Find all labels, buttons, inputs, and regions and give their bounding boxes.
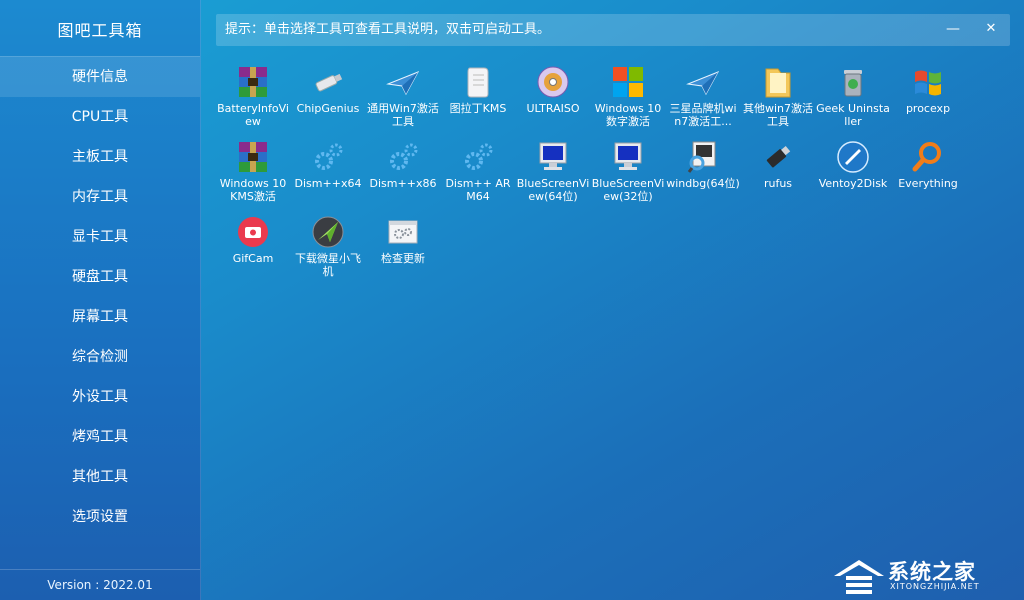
- tool-label: Windows 10 KMS激活: [219, 177, 287, 203]
- magnifier-icon: [910, 139, 946, 175]
- sidebar-nav: 硬件信息 CPU工具 主板工具 内存工具 显卡工具 硬盘工具 屏幕工具 综合检测…: [0, 57, 200, 537]
- settings-window-icon: [385, 214, 421, 250]
- tool-msi-afterburner-download[interactable]: 下载微星小飞机: [291, 214, 365, 278]
- sidebar-item-motherboard-tools[interactable]: 主板工具: [0, 137, 200, 177]
- windows-flag-icon: [910, 64, 946, 100]
- sidebar-item-disk-tools[interactable]: 硬盘工具: [0, 257, 200, 297]
- tool-label: ULTRAISO: [526, 102, 580, 115]
- watermark-logo: 系统之家 XITONGZHIJIA.NET: [832, 556, 1018, 596]
- gears-icon: [310, 139, 346, 175]
- tool-bluescreenview-32[interactable]: BlueScreenView(32位): [591, 139, 665, 203]
- tool-label: ChipGenius: [296, 102, 360, 115]
- tool-label: 三星品牌机win7激活工...: [669, 102, 737, 128]
- app-title: 图吧工具箱: [57, 21, 143, 40]
- tool-label: windbg(64位): [666, 177, 740, 190]
- tool-rufus[interactable]: rufus: [741, 139, 815, 203]
- tool-label: Geek Uninstaller: [816, 102, 890, 128]
- sidebar-item-hardware-info[interactable]: 硬件信息: [0, 57, 200, 97]
- minimize-button[interactable]: —: [938, 14, 968, 46]
- windows-logo-icon: [610, 64, 646, 100]
- tool-check-update[interactable]: 检查更新: [366, 214, 440, 278]
- tip-text: 提示：单击选择工具可查看工具说明，双击可启动工具。: [225, 22, 551, 37]
- sidebar-item-gpu-tools[interactable]: 显卡工具: [0, 217, 200, 257]
- tool-label: Everything: [898, 177, 958, 190]
- house-logo-icon: [834, 560, 884, 594]
- tool-tuladin-kms[interactable]: 图拉丁KMS: [441, 64, 515, 128]
- tool-windbg-64[interactable]: windbg(64位): [666, 139, 740, 203]
- tool-bluescreenview-64[interactable]: BlueScreenView(64位): [516, 139, 590, 203]
- tool-procexp[interactable]: procexp: [891, 64, 965, 128]
- tool-label: 检查更新: [381, 252, 425, 265]
- paper-plane-icon: [385, 64, 421, 100]
- gears-icon: [460, 139, 496, 175]
- tool-label: Dism++ ARM64: [445, 177, 511, 203]
- scroll-icon: [460, 64, 496, 100]
- tool-chipgenius[interactable]: ChipGenius: [291, 64, 365, 128]
- sidebar-item-settings[interactable]: 选项设置: [0, 497, 200, 537]
- tool-label: rufus: [763, 177, 793, 190]
- tool-batteryinfoview[interactable]: BatteryInfoView: [216, 64, 290, 128]
- tool-geek-uninstaller[interactable]: Geek Uninstaller: [816, 64, 890, 128]
- tool-label: 通用Win7激活工具: [367, 102, 439, 128]
- sidebar-item-screen-tools[interactable]: 屏幕工具: [0, 297, 200, 337]
- monitor-icon: [535, 139, 571, 175]
- sidebar-item-other-tools[interactable]: 其他工具: [0, 457, 200, 497]
- version-label: Version : 2022.01: [0, 569, 200, 600]
- usb-drive-icon: [310, 64, 346, 100]
- tool-label: BlueScreenView(64位): [516, 177, 590, 203]
- tool-label: procexp: [905, 102, 951, 115]
- tool-label: Dism++x86: [369, 177, 437, 190]
- tool-other-win7-activators[interactable]: 其他win7激活工具: [741, 64, 815, 128]
- tip-bar: 提示：单击选择工具可查看工具说明，双击可启动工具。 — ✕: [216, 14, 1010, 46]
- sidebar-item-memory-tools[interactable]: 内存工具: [0, 177, 200, 217]
- tool-ventoy2disk[interactable]: Ventoy2Disk: [816, 139, 890, 203]
- sidebar-item-cpu-tools[interactable]: CPU工具: [0, 97, 200, 137]
- tool-dism-arm64[interactable]: Dism++ ARM64: [441, 139, 515, 203]
- ventoy-icon: [835, 139, 871, 175]
- gears-icon: [385, 139, 421, 175]
- paper-plane-icon: [685, 64, 721, 100]
- trash-can-icon: [835, 64, 871, 100]
- usb-stick-icon: [760, 139, 796, 175]
- tool-win7-activator[interactable]: 通用Win7激活工具: [366, 64, 440, 128]
- tool-label: 其他win7激活工具: [742, 102, 814, 128]
- sidebar-item-peripheral-tools[interactable]: 外设工具: [0, 377, 200, 417]
- tool-label: 图拉丁KMS: [449, 102, 507, 115]
- tool-dism-x86[interactable]: Dism++x86: [366, 139, 440, 203]
- winrar-archive-icon: [235, 64, 271, 100]
- monitor-icon: [610, 139, 646, 175]
- sidebar: 图吧工具箱 硬件信息 CPU工具 主板工具 内存工具 显卡工具 硬盘工具 屏幕工…: [0, 0, 201, 600]
- tool-label: Dism++x64: [294, 177, 362, 190]
- watermark-subtext: XITONGZHIJIA.NET: [890, 582, 980, 591]
- close-button[interactable]: ✕: [976, 14, 1006, 46]
- tool-label: Ventoy2Disk: [818, 177, 888, 190]
- tool-label: Windows 10数字激活: [594, 102, 662, 128]
- tool-label: BatteryInfoView: [217, 102, 289, 128]
- sidebar-item-comprehensive-test[interactable]: 综合检测: [0, 337, 200, 377]
- sidebar-item-stress-tools[interactable]: 烤鸡工具: [0, 417, 200, 457]
- afterburner-icon: [310, 214, 346, 250]
- tool-dism-x64[interactable]: Dism++x64: [291, 139, 365, 203]
- winrar-archive-icon: [235, 139, 271, 175]
- tool-label: GifCam: [232, 252, 274, 265]
- tool-ultraiso[interactable]: ULTRAISO: [516, 64, 590, 128]
- tool-samsung-win7-activator[interactable]: 三星品牌机win7激活工...: [666, 64, 740, 128]
- tool-label: BlueScreenView(32位): [591, 177, 665, 203]
- tool-label: 下载微星小飞机: [295, 252, 361, 278]
- debugger-icon: [685, 139, 721, 175]
- tool-win10-digital-activation[interactable]: Windows 10数字激活: [591, 64, 665, 128]
- tool-everything[interactable]: Everything: [891, 139, 965, 203]
- tool-win10-kms-activation[interactable]: Windows 10 KMS激活: [216, 139, 290, 203]
- folder-icon: [760, 64, 796, 100]
- tool-gifcam[interactable]: GifCam: [216, 214, 290, 278]
- camera-icon: [235, 214, 271, 250]
- disc-icon: [535, 64, 571, 100]
